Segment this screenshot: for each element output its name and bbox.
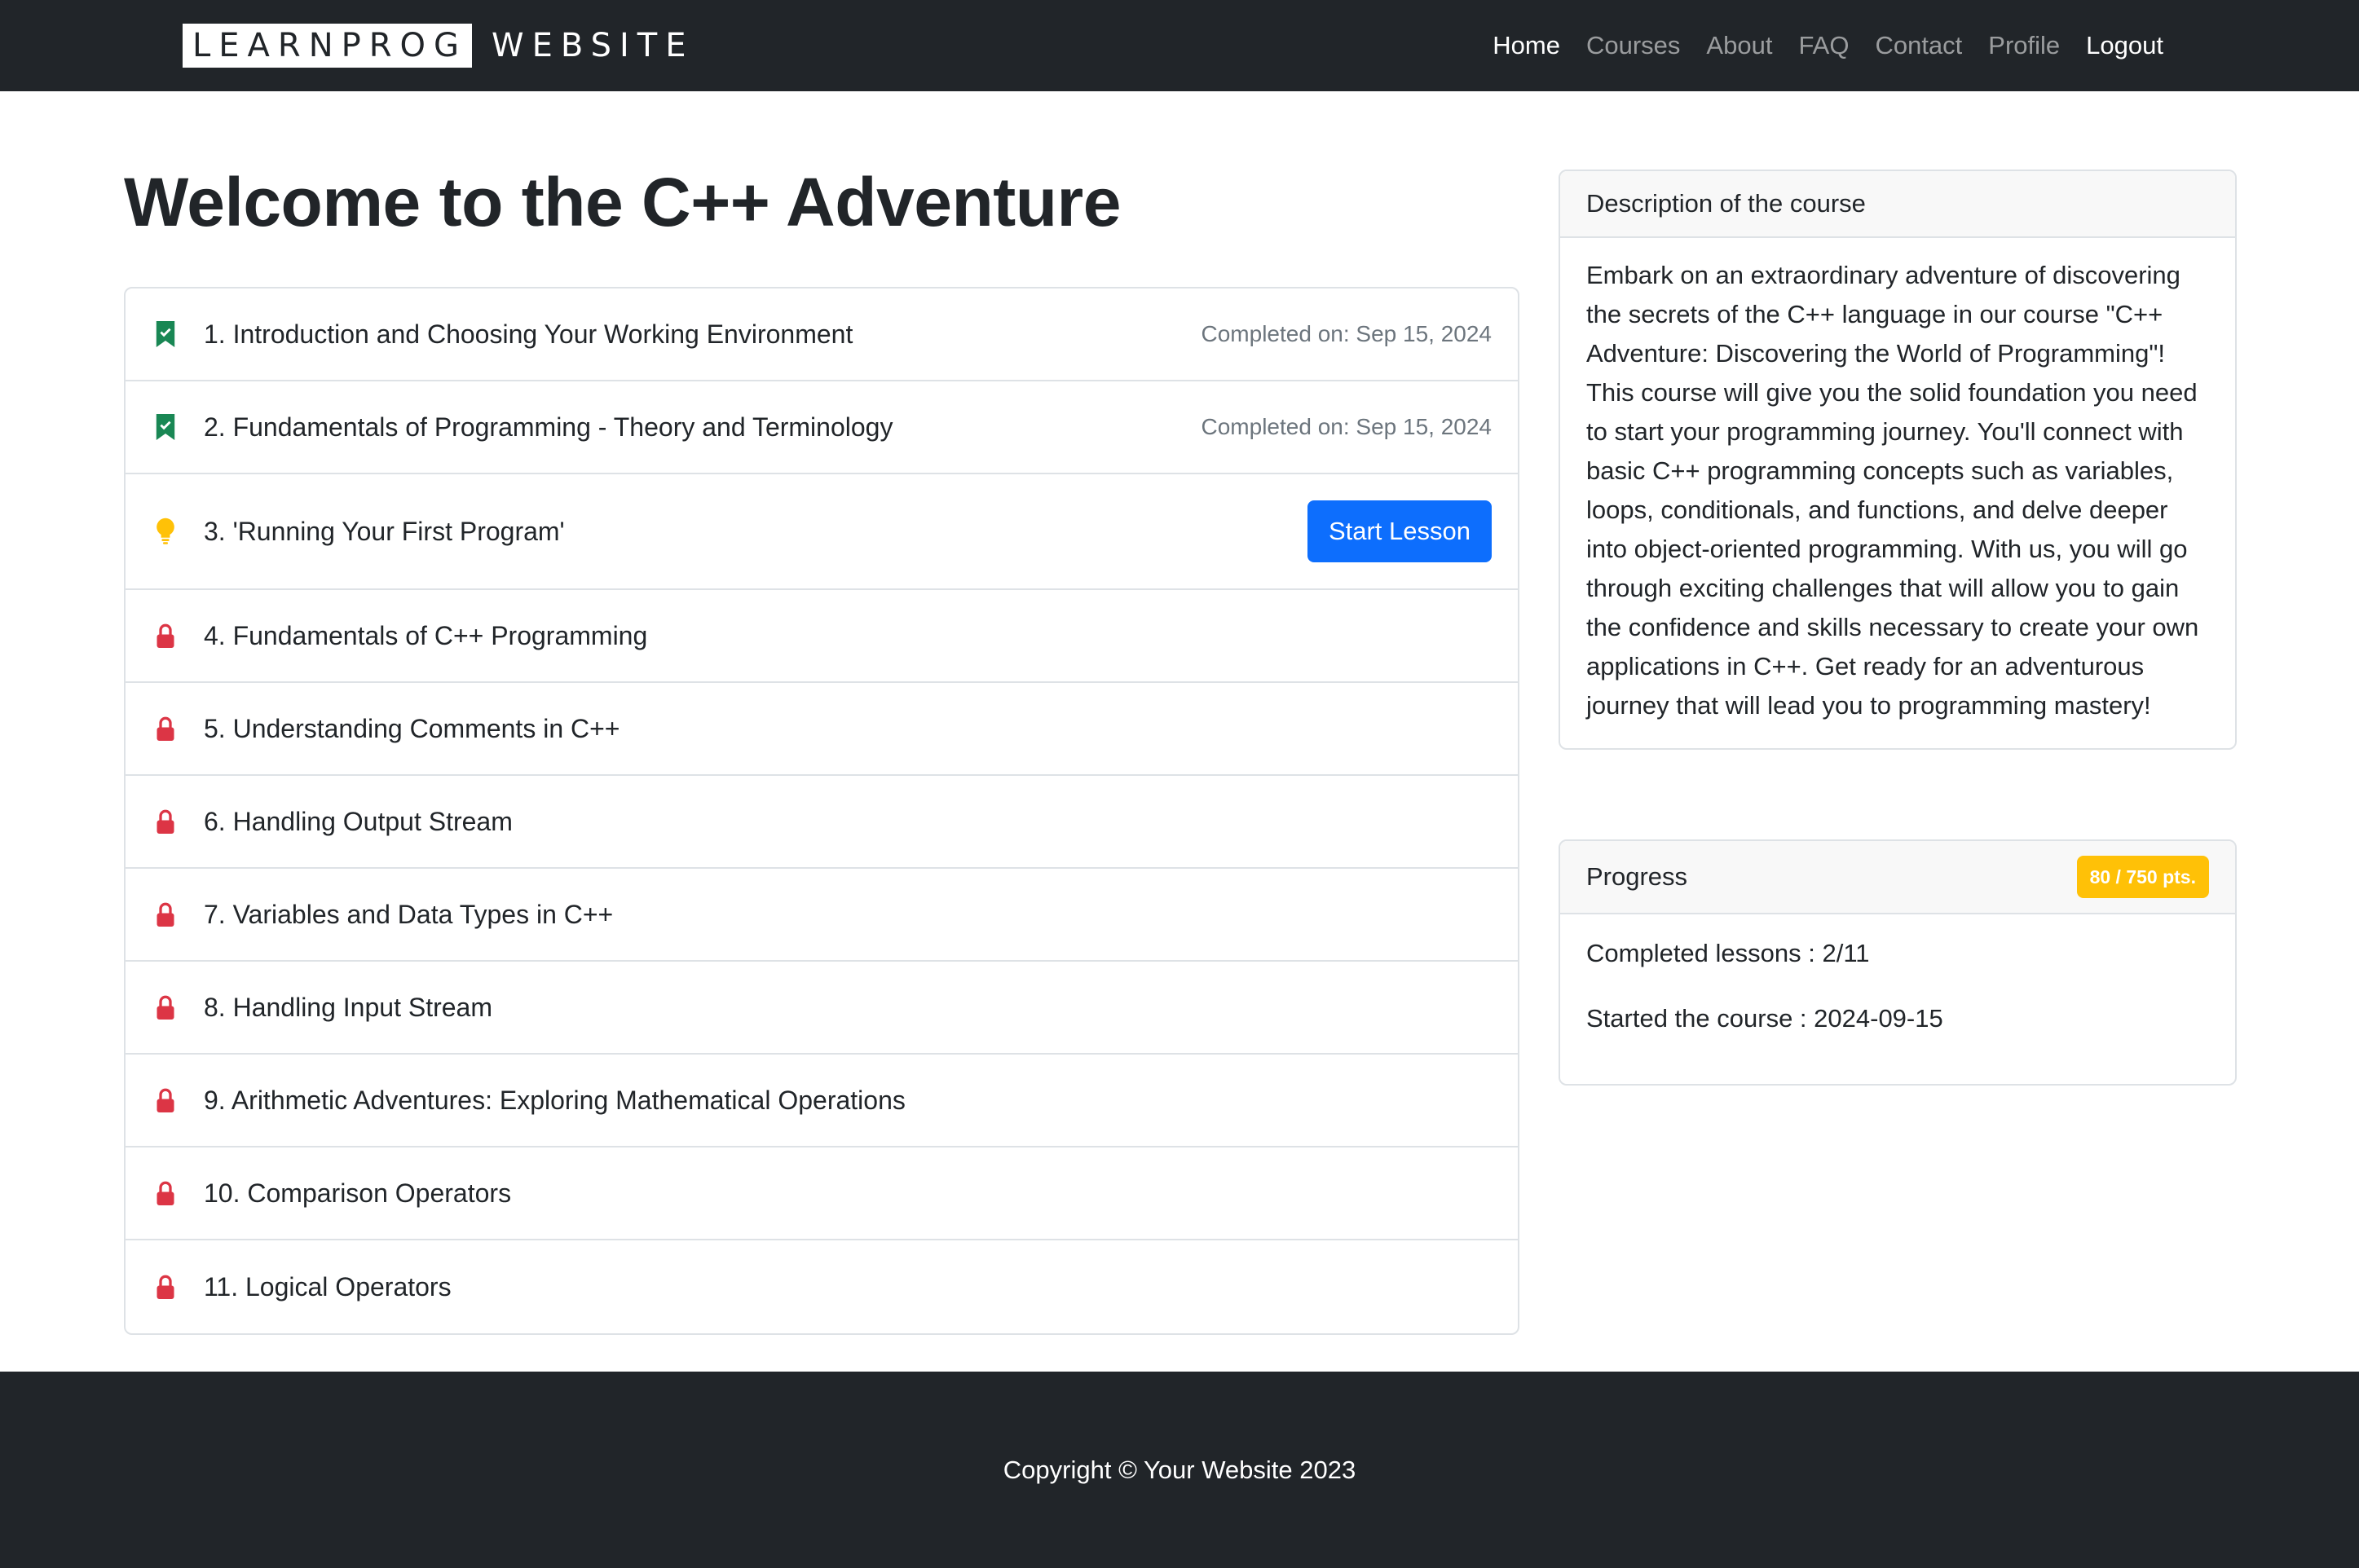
progress-card-header: Progress 80 / 750 pts. (1560, 841, 2235, 914)
lesson-item-7: 7. Variables and Data Types in C++ (126, 869, 1518, 962)
lesson-title: 1. Introduction and Choosing Your Workin… (204, 319, 853, 349)
lesson-item-10: 10. Comparison Operators (126, 1147, 1518, 1240)
lock-icon (153, 1086, 178, 1114)
started-course-text: Started the course : 2024-09-15 (1586, 1004, 1943, 1033)
description-card-body: Embark on an extraordinary adventure of … (1586, 261, 2199, 720)
brand-rest-text: WEBSITE (492, 27, 694, 64)
lock-icon (153, 1273, 178, 1301)
lesson-title: 4. Fundamentals of C++ Programming (204, 620, 648, 650)
lock-icon (153, 901, 178, 928)
points-badge: 80 / 750 pts. (2076, 856, 2209, 898)
lesson-title: 7. Variables and Data Types in C++ (204, 899, 614, 929)
nav-link-home[interactable]: Home (1493, 31, 1560, 60)
bookmark-check-icon (153, 320, 178, 348)
lesson-title: 8. Handling Input Stream (204, 992, 492, 1022)
nav-link-profile[interactable]: Profile (1988, 31, 2060, 60)
lesson-title: 9. Arithmetic Adventures: Exploring Math… (204, 1085, 906, 1115)
lesson-item-11: 11. Logical Operators (126, 1240, 1518, 1333)
nav-link-about[interactable]: About (1706, 31, 1772, 60)
progress-card-body: Completed lessons : 2/11 Started the cou… (1560, 914, 2235, 1084)
nav-link-courses[interactable]: Courses (1586, 31, 1680, 60)
brand-box-text: LEARNPROG (183, 24, 473, 68)
nav-link-logout[interactable]: Logout (2086, 31, 2163, 60)
description-card-header: Description of the course (1560, 171, 2235, 238)
lesson-title: 6. Handling Output Stream (204, 806, 513, 836)
lock-icon (153, 622, 178, 650)
start-lesson-button[interactable]: Start Lesson (1307, 500, 1492, 562)
lesson-item-3: 3. 'Running Your First Program' Start Le… (126, 474, 1518, 590)
lock-icon (153, 715, 178, 742)
lesson-title: 10. Comparison Operators (204, 1178, 512, 1208)
lesson-item-9: 9. Arithmetic Adventures: Exploring Math… (126, 1055, 1518, 1147)
lesson-item-4: 4. Fundamentals of C++ Programming (126, 590, 1518, 683)
lesson-item-5: 5. Understanding Comments in C++ (126, 683, 1518, 776)
brand-logo[interactable]: LEARNPROG WEBSITE (183, 23, 694, 68)
progress-card: Progress 80 / 750 pts. Completed lessons… (1559, 839, 2237, 1086)
lesson-item-8: 8. Handling Input Stream (126, 962, 1518, 1055)
lesson-completed-date: Completed on: Sep 15, 2024 (1201, 414, 1492, 439)
description-card: Description of the course Embark on an e… (1559, 170, 2237, 750)
lesson-list: 1. Introduction and Choosing Your Workin… (124, 287, 1519, 1335)
completed-lessons-text: Completed lessons : 2/11 (1586, 939, 1870, 967)
navbar: LEARNPROG WEBSITE Home Courses About FAQ… (0, 0, 2359, 91)
footer-copyright: Copyright © Your Website 2023 (1003, 1455, 1356, 1484)
nav-link-faq[interactable]: FAQ (1798, 31, 1849, 60)
lock-icon (153, 1179, 178, 1207)
lightbulb-icon (153, 518, 178, 545)
lock-icon (153, 993, 178, 1021)
lesson-title: 3. 'Running Your First Program' (204, 516, 565, 546)
lesson-title: 11. Logical Operators (204, 1271, 452, 1302)
bookmark-check-icon (153, 413, 178, 441)
page-title: Welcome to the C++ Adventure (124, 164, 1121, 240)
lesson-item-1[interactable]: 1. Introduction and Choosing Your Workin… (126, 288, 1518, 381)
lesson-title: 2. Fundamentals of Programming - Theory … (204, 412, 893, 442)
footer: Copyright © Your Website 2023 (0, 1372, 2359, 1568)
lesson-completed-date: Completed on: Sep 15, 2024 (1201, 321, 1492, 346)
nav-link-contact[interactable]: Contact (1875, 31, 1962, 60)
progress-card-title: Progress (1586, 862, 1688, 891)
lesson-item-2[interactable]: 2. Fundamentals of Programming - Theory … (126, 381, 1518, 474)
lesson-item-6: 6. Handling Output Stream (126, 776, 1518, 869)
lesson-title: 5. Understanding Comments in C++ (204, 713, 620, 743)
lock-icon (153, 808, 178, 835)
nav-links: Home Courses About FAQ Contact Profile L… (1466, 0, 2163, 91)
